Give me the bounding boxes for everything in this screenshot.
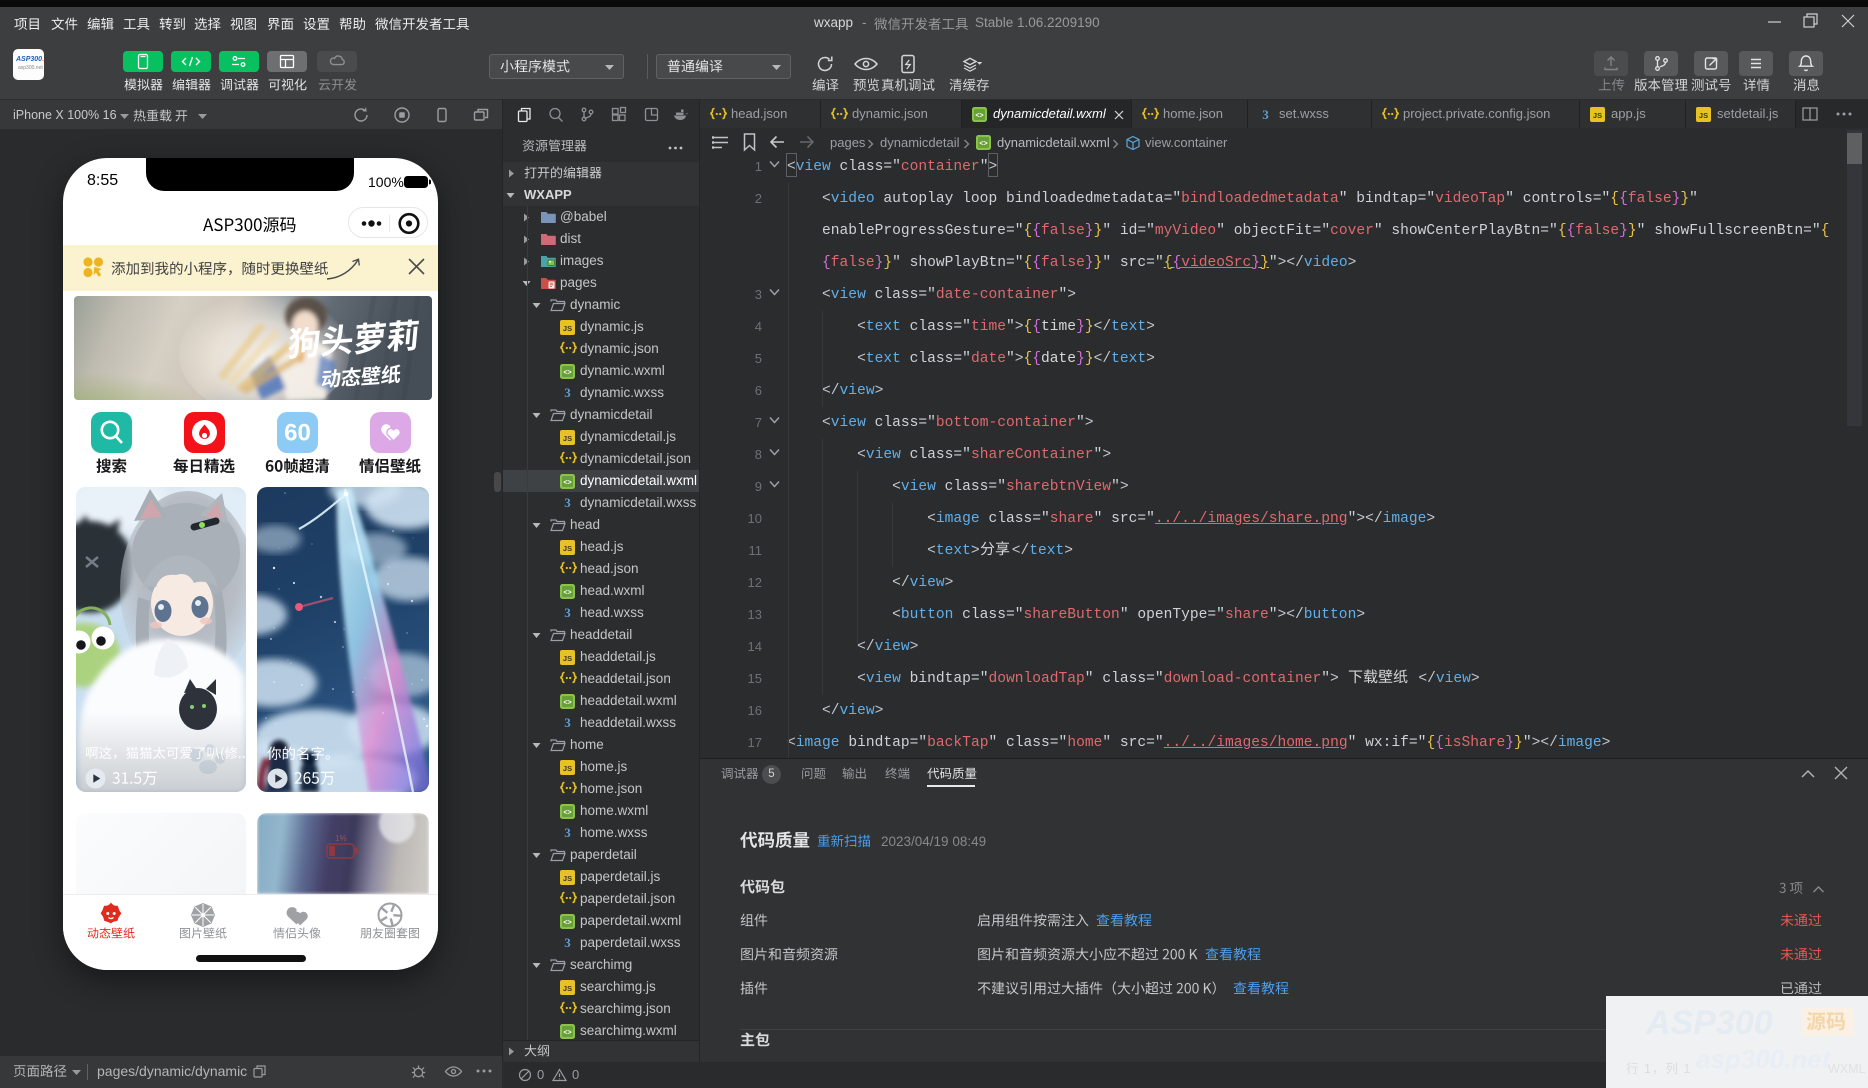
- svg-text:3: 3: [564, 935, 571, 950]
- svg-text:<>: <>: [563, 480, 571, 487]
- svg-text:<>: <>: [563, 370, 571, 377]
- svg-text:3: 3: [564, 715, 571, 730]
- svg-text:JS: JS: [1593, 111, 1602, 120]
- svg-text:<>: <>: [563, 1030, 571, 1037]
- svg-text:<>: <>: [563, 590, 571, 597]
- svg-text:3: 3: [1262, 107, 1269, 122]
- svg-text:JS: JS: [563, 874, 572, 883]
- svg-text:JS: JS: [1699, 111, 1708, 120]
- svg-text:JS: JS: [563, 654, 572, 663]
- svg-text:JS: JS: [563, 764, 572, 773]
- svg-text:<>: <>: [563, 920, 571, 927]
- svg-text:<>: <>: [975, 113, 983, 120]
- svg-text:3: 3: [564, 605, 571, 620]
- svg-text:<>: <>: [979, 141, 987, 148]
- svg-text:JS: JS: [563, 434, 572, 443]
- svg-text:JS: JS: [563, 324, 572, 333]
- svg-text:<>: <>: [563, 810, 571, 817]
- svg-text:3: 3: [564, 825, 571, 840]
- svg-text:1%: 1%: [335, 834, 347, 843]
- svg-text:<>: <>: [563, 700, 571, 707]
- svg-text:3: 3: [564, 495, 571, 510]
- svg-text:3: 3: [564, 385, 571, 400]
- svg-text:JS: JS: [563, 544, 572, 553]
- svg-text:60: 60: [284, 420, 311, 447]
- svg-text:JS: JS: [563, 984, 572, 993]
